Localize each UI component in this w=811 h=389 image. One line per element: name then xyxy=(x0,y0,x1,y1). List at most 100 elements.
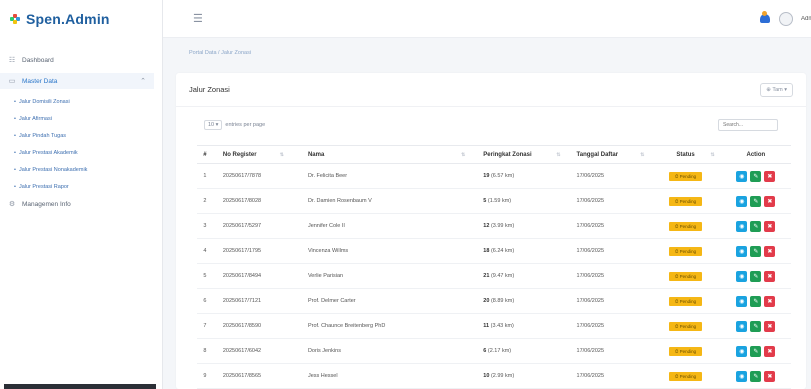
chevron-up-icon: ⌃ xyxy=(140,78,146,85)
table-row: 9 20250617/8565 Jess Hessel 10 (2.99 km)… xyxy=(197,363,791,389)
edit-button[interactable]: ✎ xyxy=(750,295,762,307)
entries-label: entries per page xyxy=(225,122,266,128)
table-row: 4 20250617/1795 Vincenza Willms 18 (6.24… xyxy=(197,238,791,264)
eye-icon: ◉ xyxy=(739,198,745,205)
add-button[interactable]: ⊕ Tam ▾ xyxy=(760,82,793,97)
cell-no: 6 xyxy=(197,288,213,314)
cell-action: ◉ ✎ ✖ xyxy=(720,363,791,389)
eye-icon: ◉ xyxy=(739,348,745,355)
cell-no: 7 xyxy=(197,313,213,339)
col-header-no[interactable]: # xyxy=(197,145,213,164)
cell-peringkat: 12 (3.99 km) xyxy=(471,213,567,239)
cell-no: 8 xyxy=(197,338,213,364)
edit-button[interactable]: ✎ xyxy=(750,320,762,332)
submenu-item-nonakademik[interactable]: • Jalur Prestasi Nonakademik xyxy=(14,162,162,177)
brand[interactable]: Spen.Admin xyxy=(0,0,162,38)
distance-value: (9.47 km) xyxy=(490,273,515,279)
delete-button[interactable]: ✖ xyxy=(764,195,776,207)
col-header-register[interactable]: No Register xyxy=(212,145,290,164)
edit-icon: ✎ xyxy=(753,223,759,230)
edit-icon: ✎ xyxy=(753,273,759,280)
table-controls: 10 ▾ entries per page xyxy=(176,107,806,143)
status-badge: ⏱ Pending xyxy=(669,346,703,356)
delete-button[interactable]: ✖ xyxy=(764,320,776,332)
avatar[interactable] xyxy=(779,11,793,26)
distance-value: (6.57 km) xyxy=(490,173,515,179)
delete-button[interactable]: ✖ xyxy=(764,270,776,282)
topbar: ☰ Adm xyxy=(163,0,811,38)
sidebar-item-label: Master Data xyxy=(22,77,58,85)
grid-icon: ☷ xyxy=(8,57,16,64)
submenu-item-pindah-tugas[interactable]: • Jalur Pindah Tugas xyxy=(14,128,162,143)
distance-value: (6.24 km) xyxy=(490,248,515,254)
cell-nama: Vincenza Willms xyxy=(289,238,472,264)
delete-button[interactable]: ✖ xyxy=(764,345,776,357)
col-header-status[interactable]: Status xyxy=(650,145,721,164)
sidebar-item-dashboard[interactable]: ☷ Dashboard xyxy=(0,52,162,68)
entries-select[interactable]: 10 ▾ xyxy=(204,120,223,130)
delete-button[interactable]: ✖ xyxy=(764,295,776,307)
col-header-nama[interactable]: Nama xyxy=(289,145,472,164)
cell-register: 20250617/5297 xyxy=(212,213,290,239)
cell-no: 9 xyxy=(197,363,213,389)
view-button[interactable]: ◉ xyxy=(736,245,748,257)
settings-icon: ⚙ xyxy=(8,201,16,208)
rank-value: 5 xyxy=(483,198,487,204)
delete-button[interactable]: ✖ xyxy=(764,245,776,257)
view-button[interactable]: ◉ xyxy=(736,195,748,207)
submenu-item-rapor[interactable]: • Jalur Prestasi Rapor xyxy=(14,179,162,194)
eye-icon: ◉ xyxy=(739,373,745,380)
edit-button[interactable]: ✎ xyxy=(750,195,762,207)
breadcrumb: Portal Data / Jalur Zonasi xyxy=(189,50,252,56)
view-button[interactable]: ◉ xyxy=(736,295,748,307)
edit-button[interactable]: ✎ xyxy=(750,170,762,182)
entries-value: 10 xyxy=(208,122,215,128)
delete-button[interactable]: ✖ xyxy=(764,170,776,182)
hamburger-icon[interactable]: ☰ xyxy=(193,12,203,25)
status-label: Pending xyxy=(679,373,697,379)
user-name[interactable]: Adm xyxy=(801,16,811,22)
edit-button[interactable]: ✎ xyxy=(750,220,762,232)
trash-icon: ✖ xyxy=(767,173,773,180)
eye-icon: ◉ xyxy=(739,273,745,280)
view-button[interactable]: ◉ xyxy=(736,345,748,357)
bullet-icon: • xyxy=(14,132,16,139)
cell-nama: Prof. Delmer Carter xyxy=(289,288,472,314)
cell-peringkat: 11 (3.43 km) xyxy=(471,313,567,339)
cell-nama: Prof. Chaunce Breitenberg PhD xyxy=(289,313,472,339)
submenu-item-akademik[interactable]: • Jalur Prestasi Akademik xyxy=(14,145,162,160)
table-header-row: # No Register Nama Peringkat Zonasi Tang… xyxy=(197,145,791,164)
brand-name: Spen.Admin xyxy=(26,11,110,27)
submenu-item-domisili[interactable]: • Jalur Domisili Zonasi xyxy=(14,94,162,109)
edit-button[interactable]: ✎ xyxy=(750,345,762,357)
edit-button[interactable]: ✎ xyxy=(750,270,762,282)
edit-icon: ✎ xyxy=(753,373,759,380)
rank-value: 20 xyxy=(483,298,490,304)
distance-value: (3.99 km) xyxy=(490,223,515,229)
sidebar-item-master-data[interactable]: ▭ Master Data ⌃ xyxy=(0,73,154,89)
edit-button[interactable]: ✎ xyxy=(750,370,762,382)
notification-bell-icon[interactable] xyxy=(759,11,771,25)
col-header-peringkat[interactable]: Peringkat Zonasi xyxy=(471,145,567,164)
table-row: 6 20250617/7121 Prof. Delmer Carter 20 (… xyxy=(197,288,791,314)
view-button[interactable]: ◉ xyxy=(736,320,748,332)
sidebar-item-managemen-info[interactable]: ⚙ Managemen Info xyxy=(0,196,162,212)
view-button[interactable]: ◉ xyxy=(736,170,748,182)
submenu-item-afirmasi[interactable]: • Jalur Afirmasi xyxy=(14,111,162,126)
cell-tanggal: 17/06/2025 xyxy=(566,363,651,389)
delete-button[interactable]: ✖ xyxy=(764,370,776,382)
col-header-tanggal[interactable]: Tanggal Daftar xyxy=(566,145,651,164)
view-button[interactable]: ◉ xyxy=(736,270,748,282)
delete-button[interactable]: ✖ xyxy=(764,220,776,232)
eye-icon: ◉ xyxy=(739,173,745,180)
cell-peringkat: 5 (1.59 km) xyxy=(471,188,567,214)
view-button[interactable]: ◉ xyxy=(736,370,748,382)
submenu-label: Jalur Pindah Tugas xyxy=(18,132,67,139)
cell-action: ◉ ✎ ✖ xyxy=(720,288,791,314)
view-button[interactable]: ◉ xyxy=(736,220,748,232)
submenu-label: Jalur Prestasi Akademik xyxy=(18,149,78,156)
edit-button[interactable]: ✎ xyxy=(750,245,762,257)
search-input[interactable] xyxy=(718,119,778,131)
cell-register: 20250617/8028 xyxy=(212,188,290,214)
cell-register: 20250617/8494 xyxy=(212,263,290,289)
